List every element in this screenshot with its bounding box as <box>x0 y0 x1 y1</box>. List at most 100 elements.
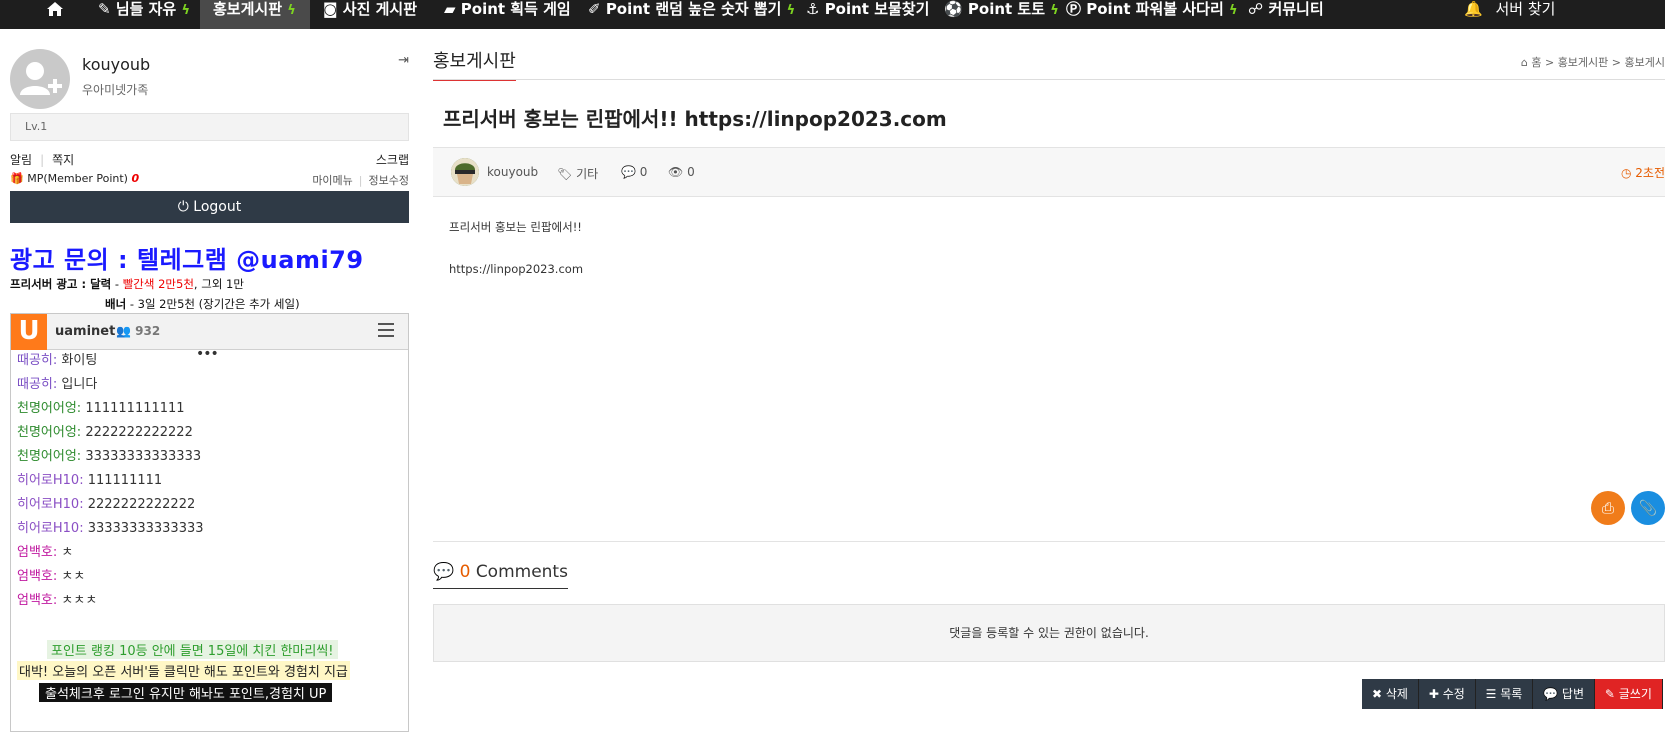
alarm-link[interactable]: 알림 <box>10 153 32 167</box>
comments-divider <box>433 541 1665 542</box>
chat-nickname[interactable]: 천명어어엉: <box>17 425 81 440</box>
power-icon: ⏻ <box>177 199 189 215</box>
comments-permission-notice: 댓글을 등록할 수 있는 권한이 없습니다. <box>433 604 1665 662</box>
chat-message: 히어로H10: 111111111 <box>17 470 408 494</box>
chat-nickname[interactable]: 때공히: <box>17 353 57 368</box>
board-title: 홍보게시판 <box>433 47 516 81</box>
server-search-link[interactable]: 서버 찾기 <box>1495 0 1555 18</box>
crumb-current[interactable]: 홍보게시 <box>1625 56 1665 69</box>
chat-message: 엄백호: ㅊ <box>17 542 408 566</box>
crumb-board[interactable]: 홍보게시판 <box>1558 56 1609 69</box>
chat-user-count[interactable]: 👥 932 <box>116 324 160 338</box>
chat-text: 33333333333333 <box>87 521 204 536</box>
wand-icon: ✐ <box>588 0 601 18</box>
main-content: 홍보게시판 ⌂ 홈 > 홍보게시판 > 홍보게시 프리서버 홍보는 린팝에서!!… <box>433 29 1665 732</box>
chat-nickname[interactable]: 엄백호: <box>17 545 57 560</box>
chat-notice-attendance[interactable]: 출석체크후 로그인 유지만 해놔도 포인트,경험치 UP <box>39 683 333 702</box>
post-time: ◷ 2초전 <box>1620 166 1665 180</box>
nav-point-toto[interactable]: ⚽ Point 토토 ϟ <box>944 0 1059 29</box>
chat-nickname[interactable]: 엄백호: <box>17 593 57 608</box>
chat-nickname[interactable]: 엄백호: <box>17 569 57 584</box>
edit-info-link[interactable]: 정보수정 <box>369 174 409 187</box>
close-icon: ✖ <box>1372 687 1383 701</box>
sidebar: kouyoub 우아미넷가족 ⇥ Lv.1 알림 | 쪽지 스크랩 🎁 MP(Mem… <box>10 29 409 732</box>
post-body-line: 프리서버 홍보는 린팝에서!! <box>449 220 582 234</box>
chat-menu-icon[interactable] <box>378 323 394 337</box>
chat-text: 입니다 <box>61 377 98 392</box>
home-icon <box>47 2 63 16</box>
comments-icon: 💬 <box>433 562 455 582</box>
handshake-icon: ☍ <box>1248 0 1264 18</box>
chat-text: ㅊㅊ <box>61 569 86 584</box>
edit-button[interactable]: ✚ 수정 <box>1418 679 1476 709</box>
nav-community[interactable]: ☍ 커뮤니티 <box>1248 0 1324 29</box>
avatar <box>10 49 70 109</box>
chat-message: 천명어어엉: 111111111111 <box>17 398 408 422</box>
list-button[interactable]: ☰ 목록 <box>1475 679 1534 709</box>
nav-right: 🔔 서버 찾기 <box>1464 0 1665 29</box>
chat-text: 33333333333333 <box>85 449 202 464</box>
home-icon: ⌂ <box>1520 56 1528 69</box>
sign-out-icon[interactable]: ⇥ <box>398 53 409 68</box>
eye-icon: 👁 <box>668 165 684 179</box>
memo-link[interactable]: 쪽지 <box>52 153 74 167</box>
author-avatar <box>451 158 479 186</box>
nav-point-treasure[interactable]: ⚓ Point 보물찾기 <box>806 0 929 29</box>
chat-nickname[interactable]: 천명어어엉: <box>17 401 81 416</box>
ad-line1: 프리서버 광고 : 달력 - 빨간색 2만5천, 그외 1만 <box>10 277 244 291</box>
nav-promo-board[interactable]: 홍보게시판 ϟ <box>200 0 310 29</box>
chat-nickname[interactable]: 히어로H10: <box>17 521 84 536</box>
nav-point-powerball[interactable]: Ⓟ Point 파워볼 사다리 ϟ <box>1066 0 1238 29</box>
chat-message: 천명어어엉: 33333333333333 <box>17 446 408 470</box>
chat-notice-open-server[interactable]: 대박! 오늘의 오픈 서버'들 클릭만 해도 포인트와 경험치 지급 <box>17 661 350 680</box>
logout-button[interactable]: ⏻ Logout <box>10 191 409 223</box>
users-icon: 👥 <box>116 324 131 338</box>
post-meta-bar: kouyoub 🏷 기타 💬 0 👁 0 ◷ 2초전 <box>433 147 1665 197</box>
my-menu-link[interactable]: 마이메뉴 <box>312 174 352 187</box>
nav-point-random[interactable]: ✐ Point 랜덤 높은 숫자 뽑기 ϟ <box>588 0 795 29</box>
bolt-icon: ϟ <box>287 3 296 18</box>
alarm-row: 알림 | 쪽지 스크랩 <box>10 151 409 168</box>
post-actions: ✖ 삭제 ✚ 수정 ☰ 목록 💬 답변 ✎ 글쓰기 <box>1362 679 1663 709</box>
chat-text: ㅊ <box>61 545 74 560</box>
chat-message: 히어로H10: 2222222222222 <box>17 494 408 518</box>
scrap-link[interactable]: 스크랩 <box>376 151 409 168</box>
reply-button[interactable]: 💬 답변 <box>1533 679 1596 709</box>
ad-title: 광고 문의 : 텔레그램 @uami79 <box>10 246 364 274</box>
bell-icon[interactable]: 🔔 <box>1464 0 1483 18</box>
nav-free-board[interactable]: ✎ 님들 자유 ϟ <box>98 0 190 29</box>
attachment-button[interactable]: 📎 <box>1631 491 1665 525</box>
chat-text: ㅊㅊㅊ <box>61 593 98 608</box>
chat-message: 때공히: 화이팅 <box>17 350 408 374</box>
chat-notice-ranking[interactable]: 포인트 랭킹 10등 안에 들면 15일에 치킨 한마리씩! <box>47 640 338 659</box>
chat-message: 히어로H10: 33333333333333 <box>17 518 408 542</box>
write-button[interactable]: ✎ 글쓰기 <box>1594 679 1663 709</box>
breadcrumb: ⌂ 홈 > 홍보게시판 > 홍보게시 <box>1520 56 1665 69</box>
chat-nickname[interactable]: 때공히: <box>17 377 57 392</box>
list-icon: ☰ <box>1485 687 1497 701</box>
print-button[interactable]: ⎙ <box>1591 491 1625 525</box>
chat-message: 천명어어엉: 2222222222222 <box>17 422 408 446</box>
level-bar: Lv.1 <box>10 113 409 141</box>
comments-heading: 💬 0 Comments <box>433 562 568 589</box>
crumb-home[interactable]: 홈 <box>1531 56 1541 69</box>
chat-text: 화이팅 <box>61 353 98 368</box>
camera-icon: ◙ <box>323 0 338 18</box>
chat-text: 111111111111 <box>85 401 185 416</box>
comment-icon: 💬 <box>621 165 636 179</box>
anchor-icon: ⚓ <box>806 0 820 18</box>
chat-nickname[interactable]: 히어로H10: <box>17 497 84 512</box>
ad-line2: 배너 - 3일 2만5천 (장기간은 추가 세일) <box>105 297 300 311</box>
nav-point-game[interactable]: ▰ Point 획득 게임 <box>444 0 571 29</box>
post-body-link[interactable]: https://linpop2023.com <box>449 261 583 277</box>
nav-home[interactable] <box>46 0 68 29</box>
user-add-icon <box>20 62 62 95</box>
delete-button[interactable]: ✖ 삭제 <box>1362 679 1419 709</box>
post-author[interactable]: kouyoub <box>487 165 538 179</box>
paperclip-icon: 📎 <box>1638 499 1658 517</box>
chat-text: 2222222222222 <box>85 425 193 440</box>
nav-photo-board[interactable]: ◙ 사진 게시판 <box>323 0 417 29</box>
print-icon: ⎙ <box>1601 499 1614 517</box>
chat-nickname[interactable]: 히어로H10: <box>17 473 84 488</box>
chat-nickname[interactable]: 천명어어엉: <box>17 449 81 464</box>
